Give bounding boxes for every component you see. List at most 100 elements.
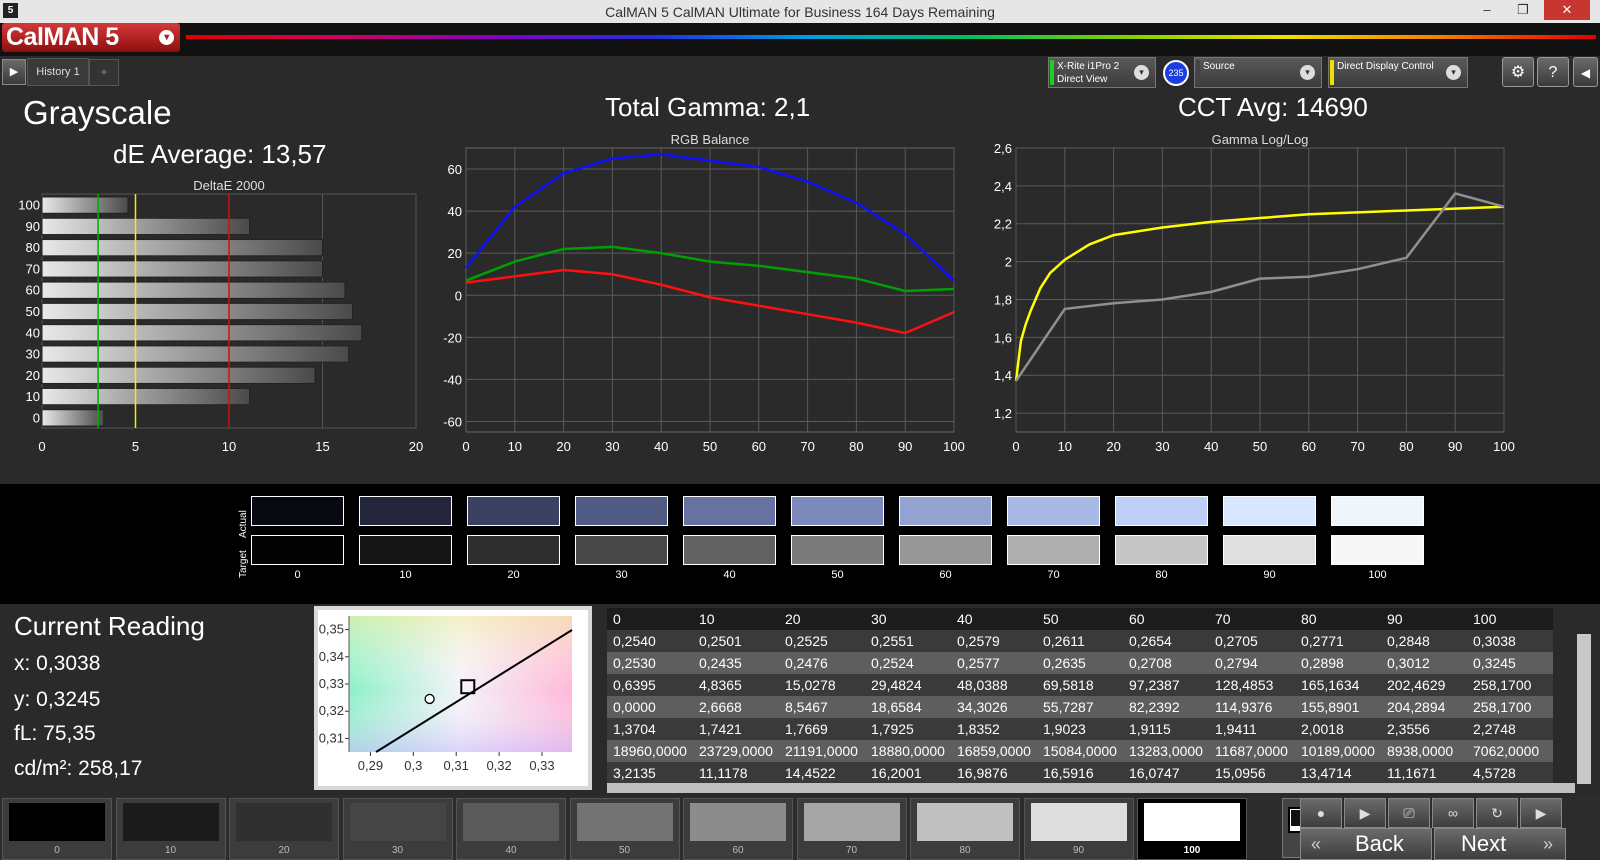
table-header-cell[interactable]: 0 — [607, 608, 693, 630]
chevron-down-icon: ▾ — [159, 30, 174, 45]
deltae-y-tick: 0 — [33, 410, 40, 425]
deltae-x-tick: 0 — [38, 439, 45, 454]
swatch-actual — [683, 496, 776, 526]
back-button[interactable]: « Back — [1300, 828, 1432, 860]
table-row[interactable]: 0,2540 0,2501 0,2525 0,2551 0,2579 0,2611 0,26… — [607, 630, 1553, 652]
maximize-button[interactable]: ❐ — [1506, 0, 1540, 20]
table-header-cell[interactable]: 50 — [1037, 608, 1123, 630]
swatch-actual — [575, 496, 668, 526]
play-icon[interactable]: ▶ — [2, 59, 26, 85]
gamma-x-tick: 40 — [1204, 439, 1218, 454]
deltae-y-tick: 70 — [26, 261, 40, 276]
next-button[interactable]: Next » — [1434, 828, 1566, 860]
table-header-cell[interactable]: 30 — [865, 608, 951, 630]
cie-y-tick: 0,33 — [319, 676, 344, 691]
data-table: 0 10 20 30 40 50 60 70 80 90 100 0,2540 0,2501 0,252… — [607, 608, 1553, 784]
table-cell: 0,2525 — [779, 630, 865, 652]
gear-icon[interactable]: ⚙ — [1502, 57, 1534, 87]
table-header-cell[interactable]: 100 — [1467, 608, 1553, 630]
table-row[interactable]: 1,3704 1,7421 1,7669 1,7925 1,8352 1,9023 1,91… — [607, 718, 1553, 740]
gamma-x-tick: 0 — [1012, 439, 1019, 454]
cie-x-tick: 0,29 — [358, 758, 383, 773]
collapse-icon[interactable]: ◀ — [1573, 57, 1598, 87]
source-selector[interactable]: Source ▾ — [1194, 57, 1322, 88]
swatch-actual — [1115, 496, 1208, 526]
table-row[interactable]: 0,6395 4,8365 15,0278 29,4824 48,0388 69,5818… — [607, 674, 1553, 696]
table-cell: 258,1700 — [1467, 696, 1553, 718]
rgb-y-tick: 60 — [448, 162, 462, 177]
table-header-cell[interactable]: 20 — [779, 608, 865, 630]
table-header-cell[interactable]: 80 — [1295, 608, 1381, 630]
table-row[interactable]: 0,0000 2,6668 8,5467 18,6584 34,3026 55,7287 8… — [607, 696, 1553, 718]
table-cell: 0,2654 — [1123, 630, 1209, 652]
table-cell: 8938,0000 — [1381, 740, 1467, 762]
swatch-label: 50 — [831, 569, 844, 581]
meter-selector[interactable]: X-Rite i1Pro 2 Direct View ▾ — [1048, 57, 1156, 88]
swatch-label: 0 — [294, 569, 301, 581]
logo-text: CalMAN 5 — [6, 23, 119, 51]
vertical-scrollbar[interactable] — [1577, 634, 1591, 784]
deltae-bar — [41, 409, 105, 427]
deltae-y-tick: 60 — [26, 283, 40, 298]
table-cell: 0,6395 — [607, 674, 693, 696]
calman-logo-menu[interactable]: CalMAN 5 ▾ — [2, 23, 180, 52]
swatch-label: 70 — [1047, 569, 1060, 581]
row-label-target: Target — [238, 550, 249, 578]
rgb-x-tick: 60 — [752, 439, 766, 454]
table-cell: 165,1634 — [1295, 674, 1381, 696]
table-header-cell[interactable]: 70 — [1209, 608, 1295, 630]
table-row[interactable]: 0,2530 0,2435 0,2476 0,2524 0,2577 0,2635 0,27… — [607, 652, 1553, 674]
patch-90[interactable]: 90 — [1023, 798, 1134, 860]
data-table-wrapper[interactable]: 0 10 20 30 40 50 60 70 80 90 100 0,2540 0,2501 0,252… — [607, 608, 1575, 784]
help-icon[interactable]: ? — [1537, 57, 1569, 87]
patch-60[interactable]: 60 — [683, 798, 793, 860]
table-row[interactable]: 3,2135 11,1178 14,4522 16,2001 16,9876 16,591… — [607, 762, 1553, 784]
table-header-cell[interactable]: 60 — [1123, 608, 1209, 630]
gamma-x-tick: 100 — [1493, 439, 1515, 454]
patch-10[interactable]: 10 — [115, 798, 226, 860]
minimize-button[interactable]: – — [1470, 0, 1504, 20]
meter-badge[interactable]: 235 — [1163, 60, 1189, 86]
add-tab-button[interactable]: + — [89, 59, 119, 86]
table-cell: 18,6584 — [865, 696, 951, 718]
next-arrow-icon[interactable]: ▶ — [1520, 798, 1562, 828]
deltae-bar — [41, 387, 251, 406]
swatch-actual — [791, 496, 884, 526]
table-cell: 8,5467 — [779, 696, 865, 718]
patch-70[interactable]: 70 — [796, 798, 907, 860]
patch-20[interactable]: 20 — [229, 798, 339, 860]
table-cell: 18960,0000 — [607, 740, 693, 762]
table-cell: 1,8352 — [951, 718, 1037, 740]
patch-50[interactable]: 50 — [569, 798, 680, 860]
chevron-down-icon: ▾ — [1446, 65, 1461, 80]
patch-0[interactable]: 0 — [2, 798, 112, 860]
table-header-cell[interactable]: 10 — [693, 608, 779, 630]
save-icon[interactable]: ⎚ — [1388, 798, 1430, 828]
refresh-icon[interactable]: ↻ — [1476, 798, 1518, 828]
patch-swatch — [122, 803, 219, 841]
display-selector[interactable]: Direct Display Control ▾ — [1328, 57, 1468, 88]
swatch-actual — [359, 496, 452, 526]
deltae-bar — [41, 260, 323, 278]
patch-40[interactable]: 40 — [456, 798, 566, 860]
play-icon[interactable]: ▶ — [1344, 798, 1386, 828]
horizontal-scrollbar[interactable] — [607, 783, 1575, 793]
table-row[interactable]: 18960,0000 23729,0000 21191,0000 18880,0000… — [607, 740, 1553, 762]
swatch-target — [251, 535, 344, 565]
close-button[interactable]: ✕ — [1544, 0, 1590, 20]
table-cell: 16859,0000 — [951, 740, 1037, 762]
patch-30[interactable]: 30 — [342, 798, 453, 860]
tab-history-1[interactable]: History 1 — [27, 58, 89, 86]
table-header-cell[interactable]: 40 — [951, 608, 1037, 630]
patch-100[interactable]: 100 — [1137, 798, 1247, 860]
deltae-bar — [41, 196, 129, 214]
table-header-cell[interactable]: 90 — [1381, 608, 1467, 630]
rgb-x-tick: 0 — [462, 439, 469, 454]
table-cell: 0,2771 — [1295, 630, 1381, 652]
loop-icon[interactable]: ∞ — [1432, 798, 1474, 828]
app-icon: 5 — [3, 3, 18, 18]
stop-icon[interactable]: ● — [1300, 798, 1342, 828]
cie-measured-point — [424, 693, 435, 705]
deltae-y-tick: 50 — [26, 304, 40, 319]
patch-80[interactable]: 80 — [910, 798, 1020, 860]
